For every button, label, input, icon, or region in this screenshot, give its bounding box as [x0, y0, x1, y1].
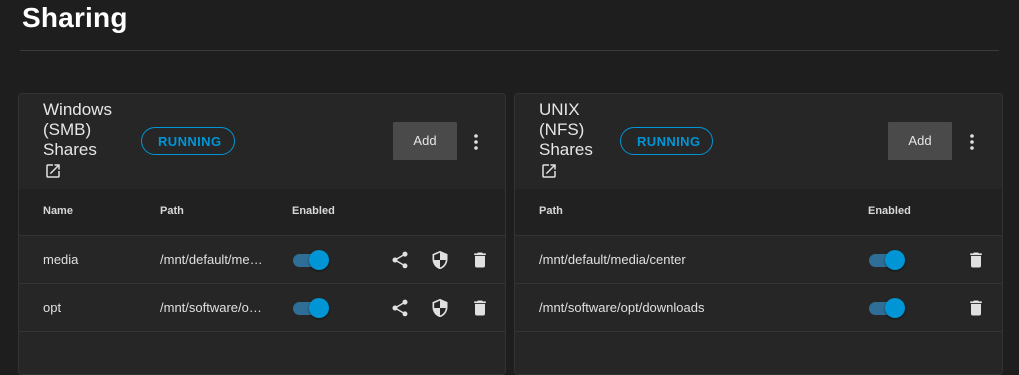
security-shield-icon[interactable] — [430, 298, 450, 318]
table-row: media /mnt/default/me… — [19, 236, 505, 284]
enabled-toggle[interactable] — [869, 250, 905, 270]
column-header-name[interactable]: Name — [43, 205, 73, 217]
share-path: /mnt/default/me… — [160, 252, 263, 267]
open-in-new-icon[interactable] — [44, 162, 62, 180]
share-icon[interactable] — [390, 250, 410, 270]
smb-add-button[interactable]: Add — [393, 122, 457, 160]
delete-icon[interactable] — [470, 298, 490, 318]
column-header-enabled[interactable]: Enabled — [292, 205, 335, 217]
toggle-knob — [309, 250, 329, 270]
nfs-shares-card: UNIX (NFS) Shares RUNNING Add Path Enabl… — [514, 93, 1003, 375]
nfs-table-header: Path Enabled — [515, 189, 1002, 236]
share-path: /mnt/software/o… — [160, 300, 262, 315]
delete-icon[interactable] — [470, 250, 490, 270]
title-divider — [20, 50, 999, 51]
share-path: /mnt/default/media/center — [539, 252, 686, 267]
column-header-enabled[interactable]: Enabled — [868, 205, 911, 217]
nfs-card-header: UNIX (NFS) Shares RUNNING Add — [515, 94, 1002, 189]
more-vert-icon[interactable] — [964, 133, 980, 151]
more-vert-icon[interactable] — [468, 133, 484, 151]
delete-icon[interactable] — [966, 250, 986, 270]
enabled-toggle[interactable] — [293, 298, 329, 318]
share-name: opt — [43, 300, 62, 315]
table-row: opt /mnt/software/o… — [19, 284, 505, 332]
toggle-knob — [309, 298, 329, 318]
open-in-new-icon[interactable] — [540, 162, 558, 180]
share-icon[interactable] — [390, 298, 410, 318]
share-name: media — [43, 252, 79, 267]
enabled-toggle[interactable] — [293, 250, 329, 270]
nfs-add-button[interactable]: Add — [888, 122, 952, 160]
nfs-card-title: UNIX (NFS) Shares — [539, 100, 593, 159]
share-path: /mnt/software/opt/downloads — [539, 300, 705, 315]
smb-status-badge: RUNNING — [141, 127, 235, 155]
column-header-path[interactable]: Path — [539, 205, 563, 217]
security-shield-icon[interactable] — [430, 250, 450, 270]
toggle-knob — [885, 298, 905, 318]
page-title: Sharing — [22, 2, 128, 33]
table-row: /mnt/default/media/center — [515, 236, 1002, 284]
enabled-toggle[interactable] — [869, 298, 905, 318]
nfs-status-badge: RUNNING — [620, 127, 713, 155]
smb-table-header: Name Path Enabled — [19, 189, 505, 236]
smb-card-header: Windows (SMB) Shares RUNNING Add — [19, 94, 505, 189]
column-header-path[interactable]: Path — [160, 205, 184, 217]
table-row: /mnt/software/opt/downloads — [515, 284, 1002, 332]
smb-card-title: Windows (SMB) Shares — [43, 100, 112, 159]
table-row-empty — [515, 332, 1002, 374]
toggle-knob — [885, 250, 905, 270]
smb-shares-card: Windows (SMB) Shares RUNNING Add Name Pa… — [18, 93, 506, 375]
table-row-empty — [19, 332, 505, 374]
delete-icon[interactable] — [966, 298, 986, 318]
